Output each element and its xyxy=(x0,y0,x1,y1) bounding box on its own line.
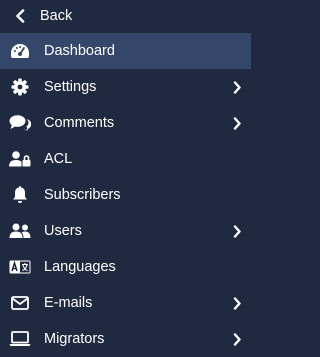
sidebar-item-languages[interactable]: Languages xyxy=(0,249,251,285)
sidebar-item-emails[interactable]: E-mails xyxy=(0,285,251,321)
gear-icon xyxy=(9,76,31,98)
sidebar-item-label: ACL xyxy=(44,151,73,167)
sidebar-item-label: E-mails xyxy=(44,295,93,311)
chevron-right-icon xyxy=(232,116,242,130)
bell-icon xyxy=(9,184,31,206)
sidebar-item-subscribers[interactable]: Subscribers xyxy=(0,177,251,213)
chevron-left-icon xyxy=(9,5,31,27)
user-lock-icon xyxy=(9,148,31,170)
sidebar-item-users[interactable]: Users xyxy=(0,213,251,249)
sidebar-item-label: Settings xyxy=(44,79,97,95)
chevron-right-icon xyxy=(232,332,242,346)
envelope-icon xyxy=(9,292,31,314)
sidebar-item-label: Languages xyxy=(44,259,116,275)
back-link[interactable]: Back xyxy=(0,0,251,34)
sidebar-menu: Back Dashboard Settings Comments ACL Sub… xyxy=(0,0,251,352)
sidebar-item-acl[interactable]: ACL xyxy=(0,141,251,177)
sidebar-item-label: Migrators xyxy=(44,331,105,347)
chevron-right-icon xyxy=(232,224,242,238)
laptop-icon xyxy=(9,328,31,350)
sidebar-item-label: Subscribers xyxy=(44,187,121,203)
sidebar-item-label: Users xyxy=(44,223,82,239)
sidebar-item-settings[interactable]: Settings xyxy=(0,69,251,105)
sidebar-item-dashboard[interactable]: Dashboard xyxy=(0,33,251,69)
sidebar-item-comments[interactable]: Comments xyxy=(0,105,251,141)
sidebar-item-label: Comments xyxy=(44,115,115,131)
chevron-right-icon xyxy=(232,80,242,94)
language-icon xyxy=(9,256,31,278)
back-label: Back xyxy=(40,8,73,24)
gauge-icon xyxy=(9,40,31,62)
chevron-right-icon xyxy=(232,296,242,310)
sidebar-item-label: Dashboard xyxy=(44,43,115,59)
comments-icon xyxy=(9,112,31,134)
users-icon xyxy=(9,220,31,242)
